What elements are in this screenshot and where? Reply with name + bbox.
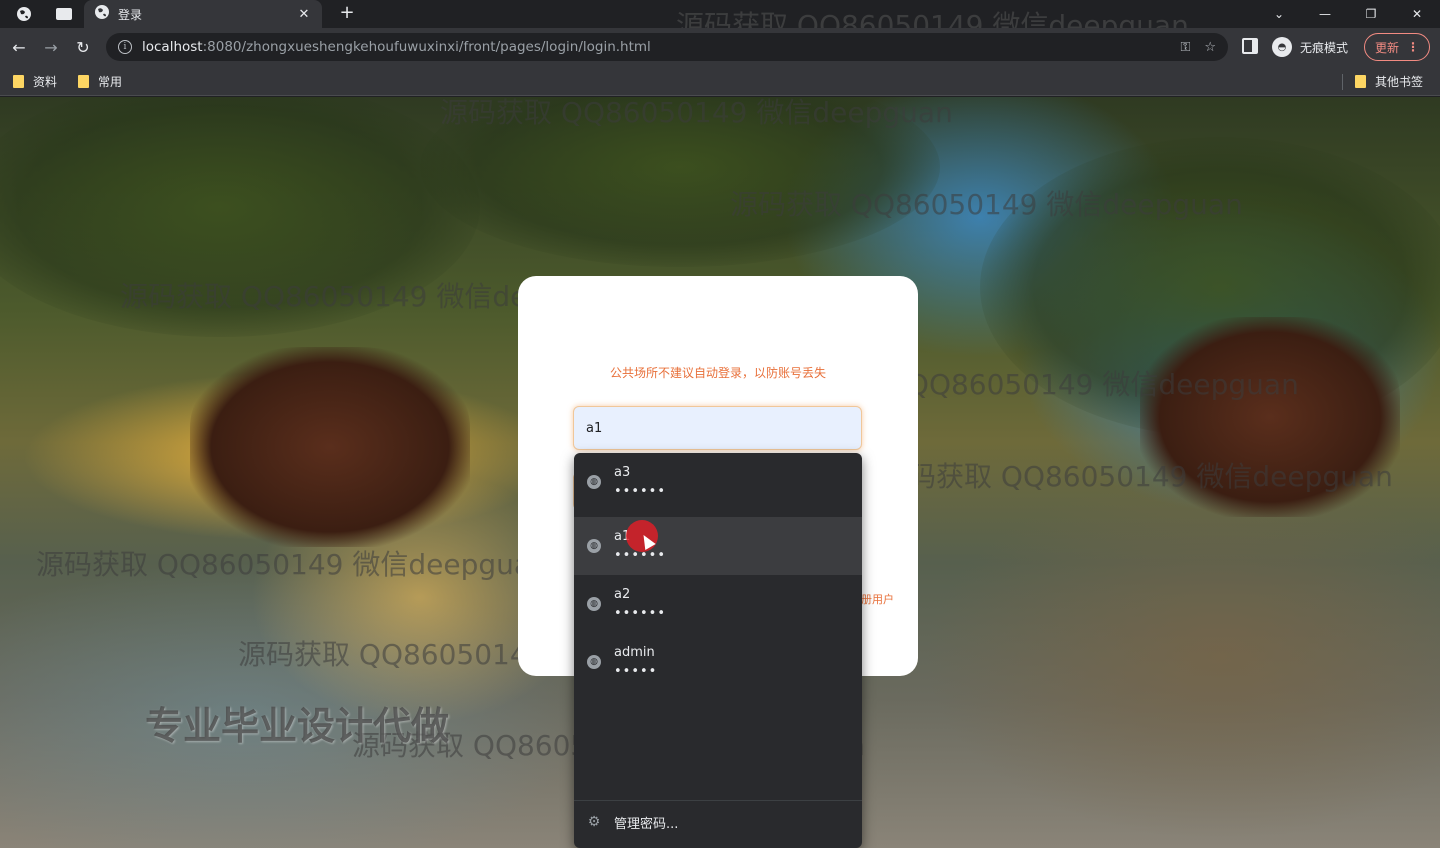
bookmark-folder-changyong[interactable]: 常用 <box>78 72 122 90</box>
autofill-password: •••••• <box>614 606 667 621</box>
globe-icon <box>94 4 110 24</box>
address-bar[interactable]: i localhost:8080/zhongxueshengkehoufuwux… <box>106 33 1228 61</box>
key-icon[interactable]: ⚿ <box>1180 40 1190 55</box>
autofill-username: admin <box>614 645 655 660</box>
login-tip: 公共场所不建议自动登录，以防账号丢失 <box>609 366 826 380</box>
side-panel-icon[interactable] <box>1242 38 1258 54</box>
globe-icon: ◍ <box>587 597 601 611</box>
autofill-entry[interactable]: ◍ admin ••••• <box>574 633 862 691</box>
autofill-divider <box>574 800 862 801</box>
incognito-icon: ◓ <box>1272 37 1292 57</box>
tab-login[interactable]: 登录 ✕ <box>84 0 322 28</box>
bookmarks-divider <box>1342 74 1343 90</box>
globe-icon: ◍ <box>587 655 601 669</box>
background-tree-trunk <box>1140 317 1400 517</box>
window-controls: ⌄ — ❐ ✕ <box>1256 0 1440 28</box>
watermark-banner: 专业毕业设计代做 <box>145 704 450 748</box>
tab-title: 登录 <box>118 7 143 22</box>
folder-icon <box>78 74 89 88</box>
incognito-label: 无痕模式 <box>1300 40 1349 55</box>
autofill-password: ••••• <box>614 664 658 679</box>
folder-icon <box>1355 74 1366 88</box>
autofill-entry[interactable]: ◍ a3 •••••• <box>574 453 862 511</box>
manage-passwords-button[interactable]: ⚙ 管理密码... <box>574 805 862 839</box>
watermark: 源码获取 QQ86050149 微信deepguan <box>36 548 549 581</box>
page-background: 源码获取 QQ86050149 微信deepguan 源码获取 QQ860501… <box>0 97 1440 848</box>
register-link[interactable]: 册用户 <box>861 591 894 607</box>
minimize-button[interactable]: — <box>1302 0 1348 28</box>
autofill-username: a3 <box>614 465 631 480</box>
autofill-password: •••••• <box>614 484 667 499</box>
close-icon[interactable]: ✕ <box>296 7 312 22</box>
info-icon[interactable]: i <box>118 40 132 54</box>
update-button[interactable]: 更新 ⋮ <box>1364 33 1430 61</box>
incognito-indicator[interactable]: ◓ 无痕模式 <box>1272 37 1348 57</box>
new-tab-button[interactable]: + <box>336 2 358 23</box>
update-label: 更新 <box>1374 40 1399 55</box>
url-text[interactable]: localhost:8080/zhongxueshengkehoufuwuxin… <box>142 39 1166 55</box>
window-close-button[interactable]: ✕ <box>1394 0 1440 28</box>
globe-icon: ◍ <box>587 475 601 489</box>
forward-button[interactable]: → <box>40 36 62 58</box>
manage-passwords-label: 管理密码... <box>614 816 679 832</box>
background-tree-canopy <box>420 97 940 267</box>
star-icon[interactable]: ☆ <box>1204 40 1216 55</box>
gear-icon: ⚙ <box>587 814 601 830</box>
autofill-entry[interactable]: ◍ a2 •••••• <box>574 575 862 633</box>
tab-overview-icon[interactable] <box>54 4 74 24</box>
reload-button[interactable]: ↻ <box>72 36 94 58</box>
username-input[interactable] <box>573 406 862 450</box>
background-tree-trunk <box>190 347 470 547</box>
bookmark-folder-other[interactable]: 其他书签 <box>1355 72 1423 90</box>
bookmark-folder-ziliao[interactable]: 资料 <box>13 72 57 90</box>
autofill-dropdown: ◍ a3 •••••• ◍ a1 •••••• ◍ a2 •••••• ◍ ad… <box>574 453 862 848</box>
menu-dots-icon: ⋮ <box>1407 40 1419 54</box>
globe-icon[interactable] <box>14 4 34 24</box>
back-button[interactable]: ← <box>8 36 30 58</box>
tab-search-icon[interactable]: ⌄ <box>1256 0 1302 28</box>
bookmarks-bar: 资料 常用 其他书签 <box>0 66 1440 96</box>
restore-button[interactable]: ❐ <box>1348 0 1394 28</box>
browser-toolbar: ← → ↻ i localhost:8080/zhongxueshengkeho… <box>0 28 1440 66</box>
folder-icon <box>13 74 24 88</box>
globe-icon: ◍ <box>587 539 601 553</box>
autofill-entry[interactable]: ◍ a1 •••••• <box>574 517 862 575</box>
background-tree-canopy <box>0 97 480 337</box>
autofill-username: a2 <box>614 587 631 602</box>
